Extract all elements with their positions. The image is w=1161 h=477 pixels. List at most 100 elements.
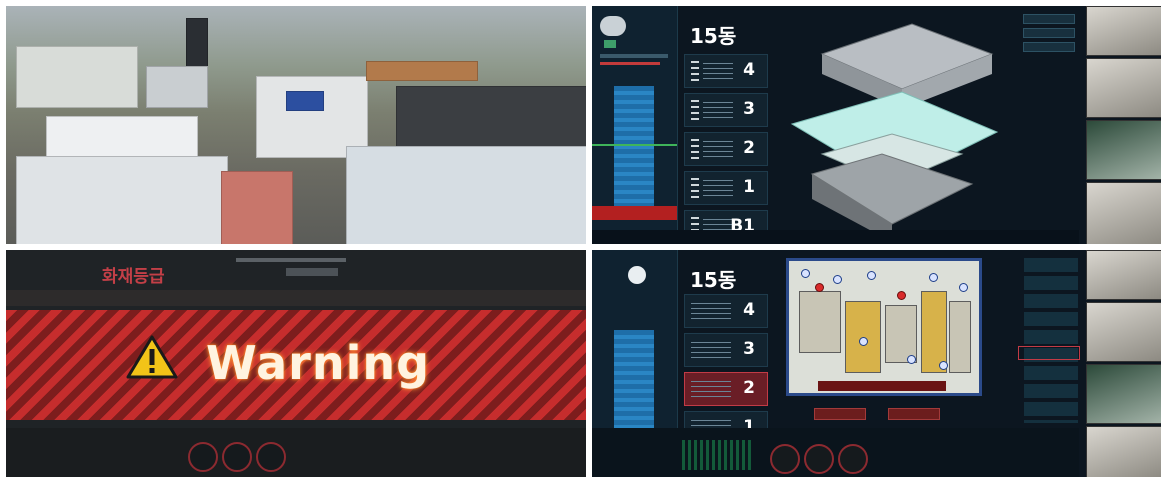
sensor-alarm-icon[interactable] [897,291,906,300]
building-block [221,171,293,244]
floor-dots [691,61,699,81]
sensor-icon[interactable] [939,361,948,370]
plan-room [949,301,971,373]
building-block [346,146,586,244]
plan-room [799,291,841,353]
cctv-thumbnails [1083,250,1161,477]
sensor-icon[interactable] [907,355,916,364]
warning-icon [126,335,178,379]
floor-card[interactable]: 4 [684,54,768,88]
sensor-icon[interactable] [959,283,968,292]
floor-card[interactable]: 1 [684,171,768,205]
gauge-icon [222,442,252,472]
event-list[interactable] [1024,258,1078,423]
floor-lines [703,141,733,157]
cloud-icon [600,16,626,36]
info-date-box [286,268,338,276]
gauge-icon [838,444,868,474]
building-title: 15동 [690,24,737,48]
sun-icon [628,266,646,284]
floor-lines [703,102,733,118]
floorplan-dashboard-panel: 15동 4 3 2 1 [592,250,1161,477]
cctv-thumbnail[interactable] [1086,58,1161,118]
floor-lines [703,180,733,196]
cctv-thumbnail[interactable] [1086,6,1161,56]
solar-panel [286,91,324,111]
floor-number: 2 [743,378,755,398]
plan-alert-bar [818,381,946,391]
floor-number: 3 [743,339,755,359]
floor-list: 4 3 2 1 B1 [684,54,768,244]
legend-panel [1023,14,1075,56]
sensor-icon[interactable] [929,273,938,282]
floor-number: 4 [743,300,755,320]
fire-grade-label: 화재등급 [102,267,165,287]
building-block [16,46,138,108]
fire-warning-panel: 화재등급 Warning [6,250,586,477]
sidebar-divider [600,54,668,58]
gauge-icon [770,444,800,474]
sensor-icon[interactable] [801,269,810,278]
level-line [592,144,677,146]
legend-item[interactable] [1023,28,1075,38]
building-roof [366,61,478,81]
event-list-selected[interactable] [1018,346,1080,360]
floor-lines [691,303,731,319]
floors-dashboard-panel: 15동 4 3 2 1 B1 [592,6,1161,244]
bottom-status-area [592,428,1079,477]
floor-card[interactable]: 2 [684,132,768,166]
building-bar [614,330,654,430]
floor-number: 3 [743,99,755,119]
floor-lines [691,381,731,397]
gauge-icon [804,444,834,474]
floor-number: 2 [743,138,755,158]
footer-area [6,428,586,477]
occupancy-sidebar [592,6,678,244]
plan-action-button[interactable] [888,408,940,420]
floor-3d-model[interactable] [782,14,1002,242]
building-title: 15동 [690,268,737,292]
header-strip [6,290,586,306]
sensor-icon[interactable] [833,275,842,284]
alert-strip[interactable] [592,206,677,220]
floor-card[interactable]: 3 [684,333,768,367]
cctv-thumbnails [1083,6,1161,244]
floor-card[interactable]: 4 [684,294,768,328]
floor-plan-map[interactable] [786,258,982,396]
legend-item[interactable] [1023,14,1075,24]
cctv-thumbnail[interactable] [1086,182,1161,244]
cctv-thumbnail[interactable] [1086,120,1161,180]
building-block [146,66,208,108]
cctv-thumbnail[interactable] [1086,250,1161,300]
aerial-campus-view [6,6,586,244]
info-line [236,258,346,262]
legend-item[interactable] [1023,42,1075,52]
cctv-thumbnail[interactable] [1086,302,1161,362]
floor-dots [691,139,699,159]
building-bar [614,86,654,206]
sensor-alarm-icon[interactable] [815,283,824,292]
floor-number: 4 [743,60,755,80]
status-badge [604,40,616,48]
floor-card-active[interactable]: 2 [684,372,768,406]
signal-chart [682,440,752,470]
building-block [16,156,228,244]
floor-dots [691,178,699,198]
floor-lines [691,342,731,358]
warning-text: Warning [206,336,431,390]
tower-building [186,18,208,68]
floor-card[interactable]: 3 [684,93,768,127]
floor-list: 4 3 2 1 [684,294,768,450]
floor-number: 1 [743,177,755,197]
gauge-icon [256,442,286,472]
floor-lines [703,63,733,79]
gauge-icon [188,442,218,472]
plan-action-button[interactable] [814,408,866,420]
floor-dots [691,100,699,120]
bottom-toolbar [592,230,1079,244]
sensor-icon[interactable] [859,337,868,346]
cctv-thumbnail[interactable] [1086,426,1161,477]
cctv-thumbnail[interactable] [1086,364,1161,424]
sensor-icon[interactable] [867,271,876,280]
alert-indicator [600,62,660,65]
